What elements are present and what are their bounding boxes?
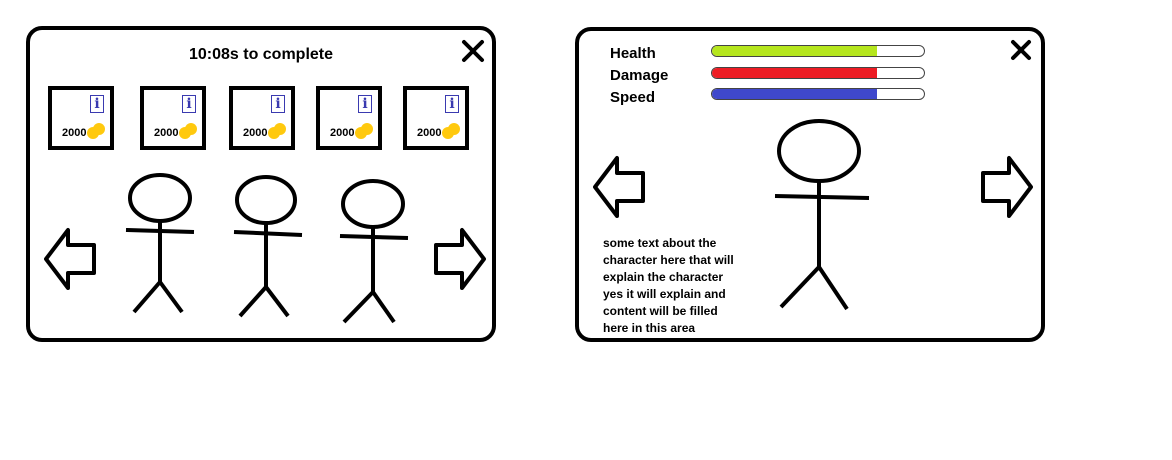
arrow-left-icon[interactable]	[42, 226, 98, 292]
stat-label-speed: Speed	[610, 89, 656, 106]
card-price: 2000	[62, 127, 87, 139]
info-icon[interactable]: i	[271, 95, 285, 113]
card-price: 2000	[330, 127, 355, 139]
selected-character-figure	[774, 119, 870, 311]
coin-icon	[355, 123, 373, 139]
description-line: yes it will explain and	[603, 287, 726, 301]
close-button[interactable]	[1009, 38, 1035, 64]
close-button[interactable]	[460, 38, 486, 64]
description-line: some text about the	[603, 236, 717, 250]
description-line: character here that will	[603, 253, 734, 267]
character-description: some text about the character here that …	[603, 235, 773, 337]
info-icon[interactable]: i	[90, 95, 104, 113]
countdown-timer: 10:08s to complete	[188, 46, 334, 63]
arrow-right-icon[interactable]	[979, 154, 1035, 220]
shop-card[interactable]: i 2000	[229, 86, 295, 150]
coin-icon	[87, 123, 105, 139]
arrow-left-icon[interactable]	[591, 154, 647, 220]
shop-card[interactable]: i 2000	[316, 86, 382, 150]
character-detail-panel: Health Damage Speed some text about the …	[575, 27, 1045, 342]
description-line: here in this area	[603, 321, 696, 335]
card-price: 2000	[417, 127, 442, 139]
description-line: content will be filled	[603, 304, 718, 318]
speed-bar	[711, 88, 925, 100]
speed-bar-fill	[712, 89, 878, 99]
health-bar	[711, 45, 925, 57]
info-icon[interactable]: i	[358, 95, 372, 113]
arrow-right-icon[interactable]	[432, 226, 488, 292]
health-bar-fill	[712, 46, 878, 56]
card-price: 2000	[154, 127, 179, 139]
character-figure[interactable]	[332, 178, 422, 328]
close-icon	[462, 40, 484, 62]
stat-label-damage: Damage	[610, 67, 669, 84]
shop-panel: 10:08s to complete i 2000 i 2000 i 2000 …	[26, 26, 496, 342]
info-icon[interactable]: i	[445, 95, 459, 113]
coin-icon	[268, 123, 286, 139]
shop-card[interactable]: i 2000	[403, 86, 469, 150]
character-figure[interactable]	[226, 173, 316, 323]
stat-label-health: Health	[610, 45, 656, 62]
description-line: explain the character	[603, 270, 724, 284]
damage-bar	[711, 67, 925, 79]
card-price: 2000	[243, 127, 268, 139]
info-icon[interactable]: i	[182, 95, 196, 113]
close-icon	[1011, 40, 1031, 60]
shop-card[interactable]: i 2000	[48, 86, 114, 150]
coin-icon	[442, 123, 460, 139]
character-figure[interactable]	[118, 172, 208, 322]
coin-icon	[179, 123, 197, 139]
damage-bar-fill	[712, 68, 878, 78]
shop-card[interactable]: i 2000	[140, 86, 206, 150]
